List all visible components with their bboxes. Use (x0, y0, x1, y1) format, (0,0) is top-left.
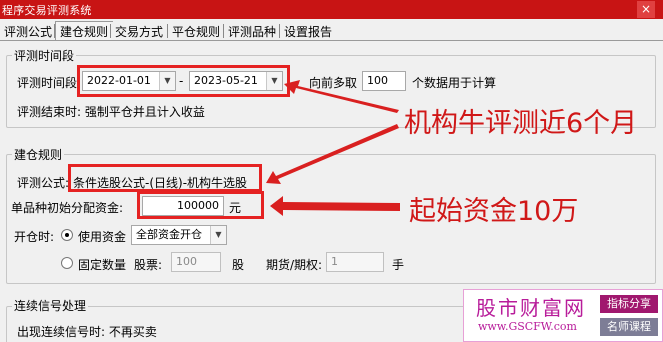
arrow-to-capital (270, 196, 400, 216)
watermark-title: 股市财富网 (476, 296, 586, 320)
watermark-badge-share: 指标分享 (600, 295, 658, 313)
watermark-badge-course: 名师课程 (600, 318, 658, 336)
watermark-logo: 股市财富网 www.GSCFW.com 指标分享 名师课程 (463, 289, 663, 342)
watermark-url: www.GSCFW.com (478, 320, 577, 333)
callout-6-months: 机构牛评测近6个月 (404, 108, 638, 139)
arrow-to-date-range (284, 80, 399, 113)
arrow-to-formula (266, 124, 399, 184)
callout-initial-capital: 起始资金10万 (409, 196, 579, 227)
